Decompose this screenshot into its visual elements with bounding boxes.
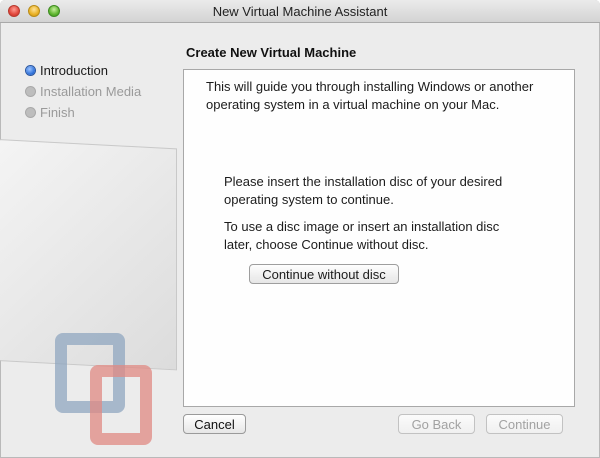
step-finish: Finish (26, 105, 75, 121)
insert-disc-text: Please insert the installation disc of y… (224, 174, 503, 207)
cancel-button[interactable]: Cancel (183, 414, 246, 434)
continue-without-disc-button[interactable]: Continue without disc (249, 264, 399, 284)
step-introduction: Introduction (26, 63, 108, 79)
inactive-step-dot-icon (26, 108, 35, 118)
active-step-dot-icon (26, 66, 35, 76)
window-title: New Virtual Machine Assistant (212, 4, 388, 19)
monitor-illustration (0, 137, 180, 445)
intro-text: This will guide you through installing W… (206, 79, 534, 112)
content-panel: This will guide you through installing W… (183, 69, 575, 407)
page-title: Create New Virtual Machine (186, 45, 357, 60)
step-installation-media: Installation Media (26, 84, 141, 100)
continue-button[interactable]: Continue (486, 414, 563, 434)
inactive-step-dot-icon (26, 87, 35, 97)
go-back-button[interactable]: Go Back (398, 414, 475, 434)
step-label: Installation Media (40, 84, 142, 99)
step-label: Finish (40, 105, 75, 120)
title-bar[interactable]: New Virtual Machine Assistant (0, 0, 600, 23)
assistant-window: New Virtual Machine Assistant Introducti… (0, 0, 600, 458)
disc-image-text: To use a disc image or insert an install… (224, 219, 500, 252)
step-label: Introduction (40, 63, 108, 78)
